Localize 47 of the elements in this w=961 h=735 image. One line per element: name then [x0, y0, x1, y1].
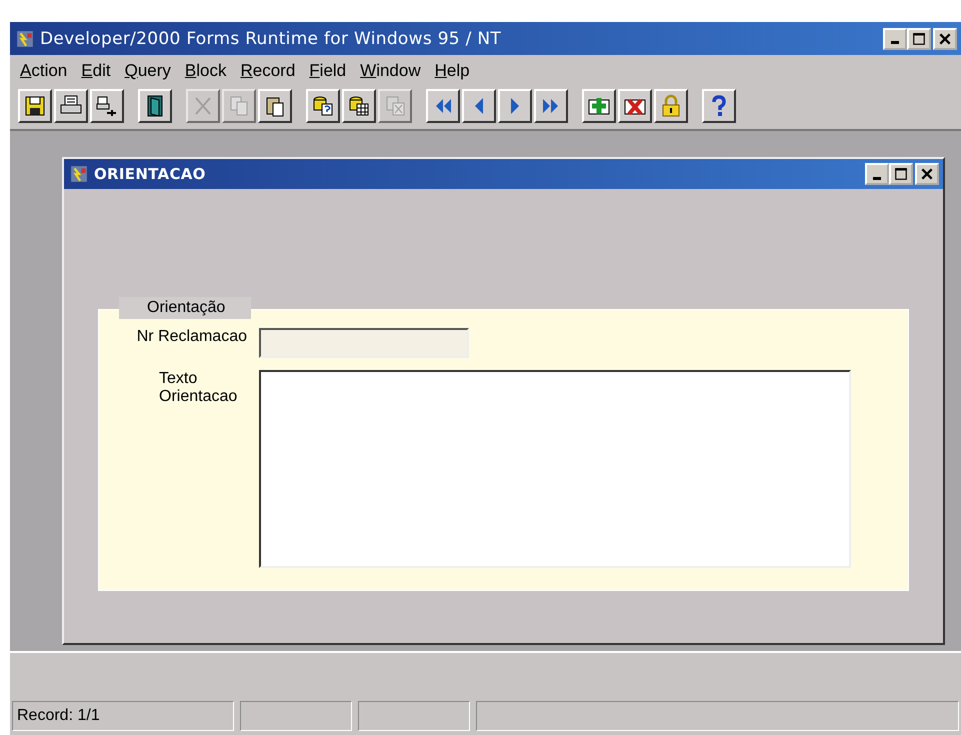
menu-item[interactable]: Window: [360, 61, 421, 82]
field-label: Nr Reclamacao: [136, 328, 248, 346]
last-button[interactable]: [534, 89, 568, 124]
menu-item[interactable]: Block: [184, 61, 226, 82]
maximize-button[interactable]: [907, 28, 931, 50]
first-button[interactable]: [426, 89, 460, 124]
app-icon: [16, 30, 34, 48]
execute-query-button[interactable]: [342, 89, 376, 124]
close-icon: [938, 32, 952, 46]
group-title: Orientação: [119, 297, 252, 320]
maximize-button[interactable]: [889, 163, 913, 186]
field-label: Texto Orientacao: [158, 370, 238, 406]
paste-button[interactable]: [258, 89, 292, 124]
previous-button[interactable]: [462, 89, 496, 124]
close-icon: [920, 167, 934, 182]
maximize-icon: [894, 167, 908, 182]
menu-item[interactable]: Field: [309, 61, 346, 82]
next-button[interactable]: [498, 89, 532, 124]
enter-query-button[interactable]: [306, 89, 340, 124]
window-title: ORIENTACAO: [94, 165, 207, 184]
menu-item[interactable]: Action: [20, 61, 68, 82]
save-button[interactable]: [18, 89, 52, 124]
maximize-icon: [912, 32, 926, 46]
insert-button[interactable]: [582, 89, 616, 124]
left-arrow-icon: [475, 98, 483, 114]
menu-item[interactable]: Query: [124, 61, 171, 82]
database-table-icon: [347, 94, 371, 118]
print-setup-button[interactable]: [90, 89, 124, 124]
minimize-icon: [873, 176, 881, 180]
print-button[interactable]: [54, 89, 88, 124]
delete-button[interactable]: [618, 89, 652, 124]
minimize-icon: [891, 41, 899, 44]
close-button[interactable]: [933, 28, 957, 50]
window-title: Developer/2000 Forms Runtime for Windows 95 / NT: [40, 28, 502, 49]
status-text: Record: 1/1: [12, 701, 234, 731]
database-question-icon: [311, 94, 335, 118]
form-icon: [70, 165, 88, 184]
right-arrow-icon: [511, 98, 519, 114]
menu-item[interactable]: Record: [240, 61, 296, 82]
close-button[interactable]: [915, 163, 939, 186]
lock-button[interactable]: [654, 89, 688, 124]
exit-button[interactable]: [138, 89, 172, 124]
help-button[interactable]: [702, 89, 736, 124]
menu-item[interactable]: Help: [434, 61, 470, 82]
minimize-button[interactable]: [883, 28, 907, 50]
menu-item[interactable]: Edit: [81, 61, 111, 82]
minimize-button[interactable]: [865, 163, 889, 186]
